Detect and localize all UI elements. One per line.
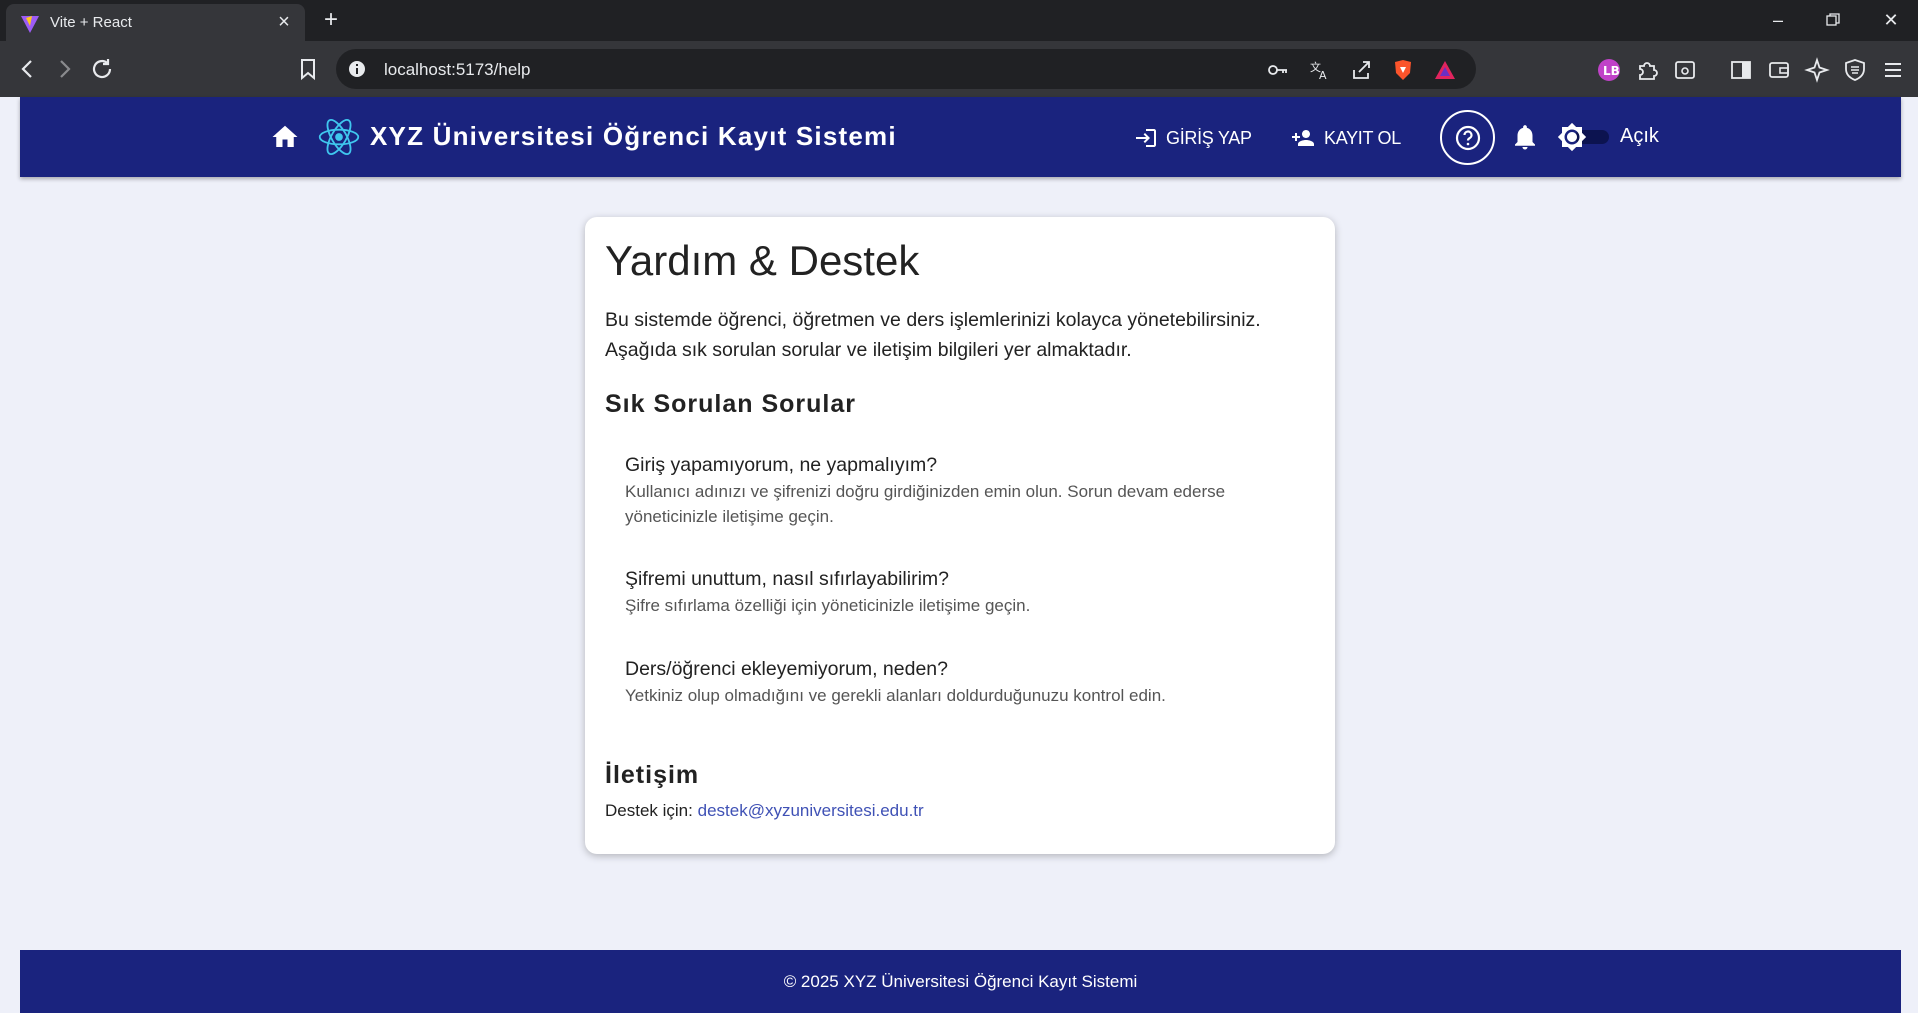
brave-shield-icon[interactable] (1391, 58, 1415, 82)
contact-line: Destek için: destek@xyzuniversitesi.edu.… (605, 801, 924, 821)
notifications-bell-icon[interactable] (1510, 122, 1540, 152)
address-bar[interactable]: localhost:5173/help 文A (336, 49, 1476, 89)
leo-ai-icon[interactable] (1804, 57, 1830, 83)
key-icon[interactable] (1266, 58, 1290, 82)
faq-heading: Sık Sorulan Sorular (605, 390, 857, 418)
faq-item: Şifremi unuttum, nasıl sıfırlayabilirim?… (625, 566, 1285, 618)
help-button[interactable] (1440, 110, 1495, 165)
faq-answer: Şifre sıfırlama özelliği için yöneticini… (625, 596, 1031, 615)
tab-close-icon[interactable]: × (273, 11, 295, 33)
reader-mode-icon[interactable] (1672, 57, 1698, 83)
login-icon (1136, 129, 1156, 147)
extension-avatar-icon[interactable]: LB (1596, 57, 1622, 83)
faq-item: Ders/öğrenci ekleyemiyorum, neden? Yetki… (625, 656, 1285, 708)
vpn-icon[interactable] (1842, 57, 1868, 83)
browser-toolbar: localhost:5173/help 文A LB (0, 41, 1918, 97)
forward-icon[interactable] (48, 53, 80, 85)
sun-icon (1557, 122, 1587, 152)
site-info-icon[interactable] (348, 60, 366, 78)
faq-answer: Yetkiniz olup olmadığını ve gerekli alan… (625, 686, 1166, 705)
login-label: GİRİŞ YAP (1166, 127, 1252, 148)
brand-title[interactable]: XYZ Üniversitesi Öğrenci Kayıt Sistemi (370, 121, 897, 152)
svg-text:LB: LB (1603, 64, 1620, 78)
faq-question: Ders/öğrenci ekleyemiyorum, neden? (625, 658, 948, 680)
restore-icon[interactable] (1818, 8, 1848, 32)
home-icon[interactable] (270, 122, 300, 152)
browser-tab[interactable]: Vite + React × (6, 4, 305, 41)
url-text: localhost:5173/help (384, 60, 531, 79)
faq-question: Şifremi unuttum, nasıl sıfırlayabilirim? (625, 568, 950, 590)
faq-question: Giriş yapamıyorum, ne yapmalıyım? (625, 454, 938, 476)
help-icon (1455, 125, 1481, 151)
faq-item: Giriş yapamıyorum, ne yapmalıyım? Kullan… (625, 452, 1285, 529)
back-icon[interactable] (12, 53, 44, 85)
contact-prefix: Destek için: (605, 801, 693, 820)
close-window-icon[interactable]: ✕ (1876, 8, 1906, 32)
page-title: Yardım & Destek (605, 237, 920, 284)
theme-toggle[interactable] (1557, 122, 1617, 152)
intro-text: Bu sistemde öğrenci, öğretmen ve ders iş… (605, 309, 1261, 361)
wallet-icon[interactable] (1766, 57, 1792, 83)
browser-tabbar: Vite + React × + – ✕ (0, 0, 1918, 41)
app-footer: © 2025 XYZ Üniversitesi Öğrenci Kayıt Si… (20, 950, 1901, 1013)
footer-copyright: © 2025 XYZ Üniversitesi Öğrenci Kayıt Si… (783, 972, 1138, 991)
app-header: XYZ Üniversitesi Öğrenci Kayıt Sistemi G… (20, 97, 1901, 177)
faq-answer: Kullanıcı adınızı ve şifrenizi doğru gir… (625, 482, 1226, 526)
share-icon[interactable] (1350, 58, 1374, 82)
theme-label: Açık (1620, 125, 1659, 147)
sidebar-icon[interactable] (1728, 57, 1754, 83)
new-tab-icon[interactable]: + (318, 8, 344, 34)
help-card: Yardım & Destek Bu sistemde öğrenci, öğr… (585, 217, 1335, 854)
contact-heading: İletişim (605, 761, 700, 789)
register-button[interactable]: KAYIT OL (1290, 124, 1401, 152)
bookmark-icon[interactable] (292, 53, 324, 85)
extensions-icon[interactable] (1634, 57, 1660, 83)
minimize-icon[interactable]: – (1763, 8, 1793, 32)
reload-icon[interactable] (86, 53, 118, 85)
svg-text:A: A (1319, 69, 1327, 82)
translate-icon[interactable]: 文A (1308, 58, 1332, 82)
register-label: KAYIT OL (1324, 127, 1401, 148)
contact-email-link[interactable]: destek@xyzuniversitesi.edu.tr (698, 801, 924, 820)
tab-title: Vite + React (50, 14, 132, 31)
login-button[interactable]: GİRİŞ YAP (1134, 124, 1252, 152)
vite-icon (21, 16, 39, 33)
person-add-icon (1292, 130, 1314, 146)
menu-icon[interactable] (1880, 57, 1906, 83)
brave-rewards-icon[interactable] (1433, 58, 1457, 82)
react-logo-icon (318, 119, 360, 155)
